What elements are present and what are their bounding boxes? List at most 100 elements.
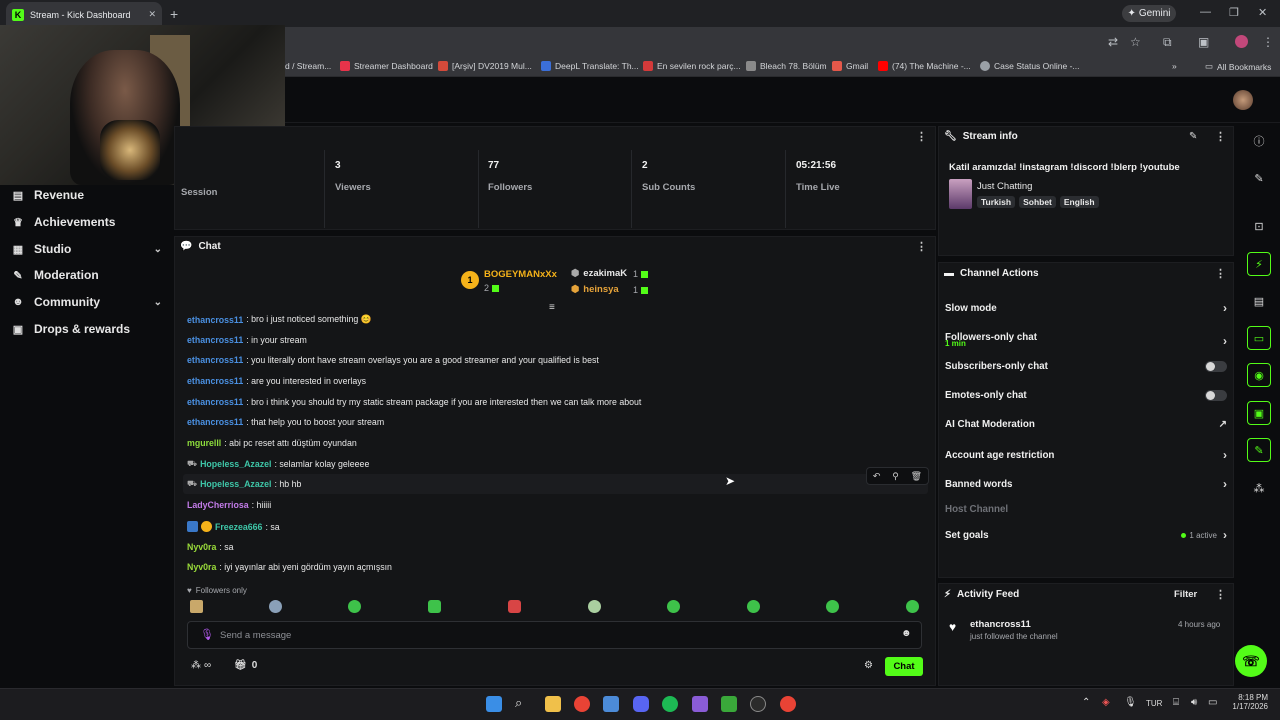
file-explorer-icon[interactable] [545,696,561,712]
store-icon[interactable] [603,696,619,712]
chat-message[interactable]: ⛟ Hopeless_Azazel: selamlar kolay geleeee [187,459,369,469]
spotify-icon[interactable] [662,696,678,712]
emote-icon[interactable] [588,600,601,613]
chat-message[interactable]: ethancross11: bro i just noticed somethi… [187,314,372,325]
edit-icon[interactable]: ✎ [1247,166,1271,190]
emote-icon[interactable] [269,600,282,613]
user-avatar[interactable] [1233,90,1253,110]
bolt-icon[interactable]: ⚡︎ [1247,252,1271,276]
sidebar-item-studio[interactable]: ▦ Studio ⌄ [12,237,162,261]
followers-only-action[interactable]: Followers-only chat › [945,326,1227,349]
gift-counter[interactable]: 🎁︎ 0 [234,660,257,671]
bookmark-item[interactable]: Gmail [832,61,868,71]
send-chat-button[interactable]: Chat [885,657,923,676]
chat-message[interactable]: mgurelll: abi pc reset attı düştüm oyund… [187,438,357,448]
set-goals-action[interactable]: Set goals 1 active › [945,528,1227,542]
emoji-icon[interactable]: ☻ [901,628,912,639]
star-icon[interactable]: ☆ [1130,35,1141,49]
sidebar-item-community[interactable]: ☻ Community ⌄ [12,290,162,314]
discord-icon[interactable] [633,696,649,712]
banned-words-action[interactable]: Banned words › [945,477,1227,491]
sidebar-item-moderation[interactable]: ✎ Moderation [12,263,162,287]
clock[interactable]: 8:18 PM 1/17/2026 [1228,693,1268,711]
chat-message[interactable]: LadyCherriosa: hiiiii [187,500,271,510]
language-indicator[interactable]: TUR [1146,699,1162,708]
bookmark-item[interactable]: Bleach 78. Bölüm [746,61,827,71]
emote-icon[interactable] [747,600,760,613]
chat-message[interactable]: ⛟ Hopeless_Azazel: hb hb [187,479,301,489]
bookmark-item[interactable]: [Arşiv] DV2019 Mul... [438,61,532,71]
menu-icon[interactable]: ⋮ [1262,35,1274,49]
chat-message[interactable]: ethancross11: that help you to boost you… [187,417,384,427]
search-icon[interactable]: ⌕ [515,695,522,711]
monitor-icon[interactable]: ▣ [1247,401,1271,425]
collapse-leaderboard-icon[interactable]: ≡ [549,302,555,313]
chrome-icon[interactable] [574,696,590,712]
translate-icon[interactable]: ⇄ [1108,35,1118,49]
microphone-icon[interactable]: 🎙 [200,628,214,641]
age-restriction-action[interactable]: Account age restriction › [945,448,1227,462]
info-icon[interactable]: ⓘ [1247,129,1271,153]
edit-icon[interactable]: ✎ [1189,131,1197,142]
tag-chip[interactable]: Sohbet [1019,196,1056,208]
browser-tab[interactable]: K Stream - Kick Dashboard ✕ [6,2,162,27]
all-bookmarks[interactable]: ▭ All Bookmarks [1205,61,1271,72]
chat-input[interactable] [187,621,922,649]
users-icon[interactable]: ⁂ [1247,476,1271,500]
chat-message[interactable]: ethancross11: bro i think you should try… [187,397,641,407]
bookmarks-overflow-icon[interactable]: » [1172,61,1177,71]
emote-icon[interactable] [826,600,839,613]
delete-icon[interactable]: 🗑 [911,471,922,482]
tray-app-icon[interactable]: ◈ [1102,697,1110,708]
filter-button[interactable]: Filter [1174,589,1197,600]
stream-info-menu-icon[interactable]: ⋮ [1215,130,1226,143]
pin-icon[interactable]: ⚲ [892,471,899,482]
reply-icon[interactable]: ↶ [873,471,881,482]
emote-icon[interactable] [508,600,521,613]
chat-message[interactable]: ethancross11: are you interested in over… [187,376,366,386]
chat-message[interactable]: Nyv0ra: iyi yayınlar abi yeni gördüm yay… [187,562,392,572]
sidebar-item-achievements[interactable]: ♛ Achievements [12,210,162,234]
gemini-button[interactable]: ✦ Gemini [1122,5,1176,22]
new-tab-button[interactable]: + [170,6,178,22]
broadcast-icon[interactable]: ◉ [1247,363,1271,387]
channel-actions-menu-icon[interactable]: ⋮ [1215,267,1226,280]
support-icon[interactable]: ☏ [1235,645,1267,677]
battery-icon[interactable]: ▭ [1208,697,1217,708]
second-gifter[interactable]: ⬢ ezakimaK [571,268,627,279]
xbox-icon[interactable] [721,696,737,712]
top-gifter-name[interactable]: BOGEYMANxXx [484,269,557,280]
third-gifter[interactable]: ⬢ heinsya [571,284,619,295]
obs-icon[interactable] [750,696,766,712]
chat-message[interactable]: Freezea666: sa [187,521,280,532]
close-window-icon[interactable]: ✕ [1258,6,1267,19]
category-name[interactable]: Just Chatting [977,181,1032,192]
bookmark-item[interactable]: DeepL Translate: Th... [541,61,639,71]
emote-icon[interactable] [906,600,919,613]
sidepanel-icon[interactable]: ▣ [1198,35,1209,49]
emote-icon[interactable] [428,600,441,613]
slow-mode-action[interactable]: Slow mode › [945,301,1227,315]
volume-icon[interactable]: 🔊︎ [1191,697,1197,708]
subscribers-only-toggle[interactable] [1205,361,1227,372]
tray-overflow-icon[interactable]: ⌃ [1082,697,1090,708]
profile-avatar-icon[interactable] [1235,35,1248,48]
settings-gear-icon[interactable]: ⚙ [864,660,873,671]
emotes-only-toggle[interactable] [1205,390,1227,401]
sidebar-item-drops[interactable]: ▣ Drops & rewards [12,317,162,341]
sidebar-item-revenue[interactable]: ▤ Revenue [12,183,162,207]
restore-icon[interactable]: ❐ [1229,6,1239,19]
document-icon[interactable]: ▤ [1247,289,1271,313]
bookmark-item[interactable]: En sevilen rock parç... [643,61,741,71]
wrench-icon[interactable]: ✎ [1247,438,1271,462]
chat-message[interactable]: ethancross11: you literally dont have st… [187,355,599,365]
chat-message[interactable]: ethancross11: in your stream [187,335,307,345]
chat-bubble-icon[interactable]: ▭ [1247,326,1271,350]
app-icon[interactable] [692,696,708,712]
chrome-icon[interactable] [780,696,796,712]
crop-icon[interactable]: ⊡ [1247,214,1271,238]
minimize-icon[interactable]: — [1200,6,1211,18]
chat-menu-icon[interactable]: ⋮ [916,240,927,253]
bookmark-item[interactable]: Streamer Dashboard [340,61,433,71]
microphone-icon[interactable]: 🎙 [1124,697,1137,708]
